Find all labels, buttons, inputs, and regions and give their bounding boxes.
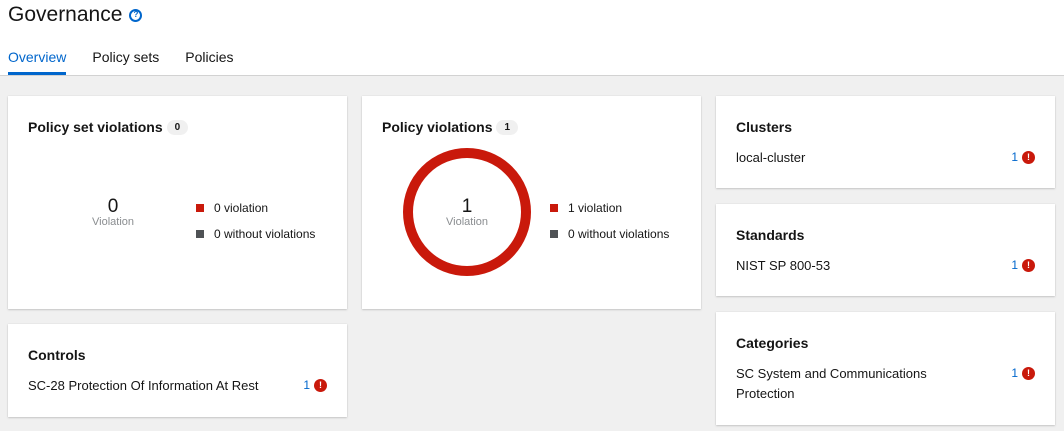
donut-chart[interactable]: 1 Violation: [401, 146, 533, 278]
standards-card: Standards NIST SP 800-53 1 !: [716, 204, 1055, 296]
legend-item-without-violations[interactable]: 0 without violations: [550, 226, 669, 242]
chart-legend: 1 violation 0 without violations: [550, 200, 669, 252]
count-badge: 0: [166, 119, 189, 135]
title-row: Governance ?: [8, 3, 143, 27]
violation-count[interactable]: 1 !: [1011, 366, 1035, 380]
card-title: Policy set violations 0: [28, 119, 189, 135]
legend-label: 0 violation: [214, 201, 269, 215]
card-title: Standards: [736, 227, 805, 243]
categories-card: Categories SC System and Communications …: [716, 312, 1055, 425]
list-item[interactable]: SC-28 Protection Of Information At Rest …: [28, 376, 327, 396]
count-link[interactable]: 1: [1011, 258, 1018, 272]
policy-set-violations-card: Policy set violations 0 0 Violation 0 vi…: [8, 96, 347, 309]
violation-count[interactable]: 1 !: [1011, 258, 1035, 272]
tab-policies[interactable]: Policies: [177, 47, 241, 75]
clusters-card: Clusters local-cluster 1 !: [716, 96, 1055, 188]
exclamation-circle-icon: !: [1022, 258, 1035, 272]
count-badge: 1: [496, 119, 519, 135]
card-title-text: Policy violations: [382, 119, 493, 135]
controls-card: Controls SC-28 Protection Of Information…: [8, 324, 347, 417]
legend-item-without-violations[interactable]: 0 without violations: [196, 226, 315, 242]
donut-center: 0 Violation: [47, 146, 179, 278]
legend-swatch: [550, 230, 558, 238]
list-item[interactable]: NIST SP 800-53 1 !: [736, 256, 1035, 276]
exclamation-circle-icon: !: [1022, 366, 1035, 380]
legend-label: 1 violation: [568, 201, 623, 215]
card-title: Clusters: [736, 119, 793, 135]
donut-value: 0: [107, 195, 119, 217]
tab-policy-sets[interactable]: Policy sets: [84, 47, 167, 75]
donut-label: Violation: [446, 215, 488, 228]
legend-label: 0 without violations: [214, 227, 316, 241]
card-title: Controls: [28, 347, 86, 363]
policy-violations-card: Policy violations 1 1 Violation 1 violat…: [362, 96, 701, 309]
exclamation-circle-icon: !: [314, 378, 327, 392]
item-label: SC-28 Protection Of Information At Rest: [28, 378, 259, 393]
list-item[interactable]: local-cluster 1 !: [736, 148, 1035, 168]
page-title: Governance: [8, 3, 123, 26]
tab-bar: Overview Policy sets Policies: [0, 47, 252, 75]
count-link[interactable]: 1: [1011, 366, 1018, 380]
count-link[interactable]: 1: [303, 378, 310, 392]
page-header: Governance ? Overview Policy sets Polici…: [0, 0, 1064, 76]
tab-overview[interactable]: Overview: [0, 47, 74, 75]
list-item[interactable]: SC System and Communications Protection …: [736, 364, 1035, 404]
legend-swatch: [196, 230, 204, 238]
legend-swatch: [550, 204, 558, 212]
chart-legend: 0 violation 0 without violations: [196, 200, 315, 252]
legend-item-violation[interactable]: 0 violation: [196, 200, 315, 216]
legend-label: 0 without violations: [568, 227, 670, 241]
donut-value: 1: [461, 195, 473, 217]
item-label: local-cluster: [736, 150, 806, 165]
violation-count[interactable]: 1 !: [1011, 150, 1035, 164]
legend-swatch: [196, 204, 204, 212]
item-label: NIST SP 800-53: [736, 258, 831, 273]
donut-chart[interactable]: 0 Violation: [47, 146, 179, 278]
question-circle-icon[interactable]: ?: [129, 8, 143, 22]
card-title: Categories: [736, 335, 809, 351]
donut-label: Violation: [92, 215, 134, 228]
card-title-text: Policy set violations: [28, 119, 163, 135]
violation-count[interactable]: 1 !: [303, 378, 327, 392]
exclamation-circle-icon: !: [1022, 150, 1035, 164]
count-link[interactable]: 1: [1011, 150, 1018, 164]
item-label: SC System and Communications Protection: [736, 366, 927, 401]
donut-center: 1 Violation: [401, 146, 533, 278]
card-title: Policy violations 1: [382, 119, 519, 135]
legend-item-violation[interactable]: 1 violation: [550, 200, 669, 216]
